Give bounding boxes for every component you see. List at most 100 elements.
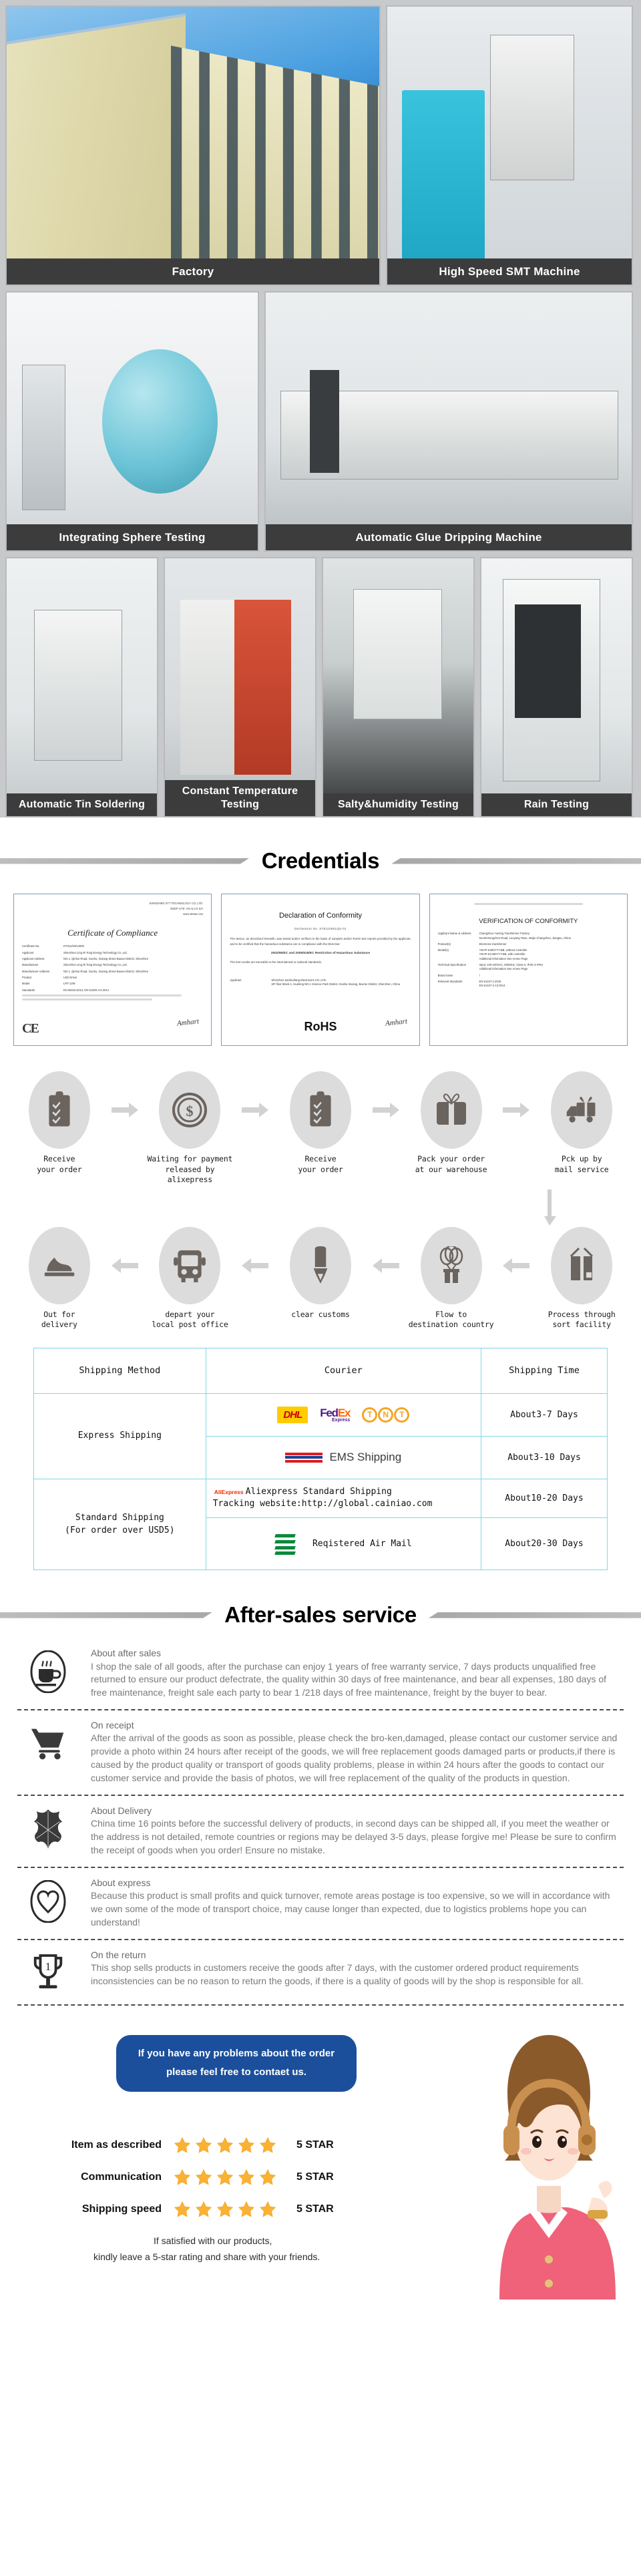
customer-service-avatar bbox=[499, 2034, 616, 2299]
flow-destination-country: Flow to destination country bbox=[404, 1226, 499, 1330]
after-sales-heading: About after sales bbox=[91, 1648, 162, 1659]
star-icon bbox=[238, 2201, 255, 2217]
contact-us-banner[interactable]: If you have any problems about the order… bbox=[116, 2034, 357, 2092]
flow-depart-post-office: depart your local post office bbox=[143, 1226, 238, 1330]
certificate-of-compliance[interactable]: SHENZHEN STT TECHNOLOGY CO.,LTD. DEEP LI… bbox=[13, 894, 212, 1046]
contact-line-1: If you have any problems about the order bbox=[138, 2047, 335, 2059]
cert-field-key: Manufacturer bbox=[22, 963, 39, 967]
rating-item-as-described: Item as described 5 STAR bbox=[53, 2137, 334, 2154]
divider-right bbox=[391, 858, 641, 864]
arrow-down-icon bbox=[12, 1189, 629, 1226]
cert-field-value: NO.1, Qinhui Road, Guohu, Xixiang Street… bbox=[63, 957, 149, 961]
ratings-footer: If satisfied with our products, kindly l… bbox=[53, 2233, 334, 2265]
after-sales-heading: On the return bbox=[91, 1949, 146, 1960]
rohs-mark: RoHS bbox=[304, 1020, 337, 1033]
contact-and-ratings-section: If you have any problems about the order… bbox=[0, 2012, 641, 2299]
star-icon bbox=[238, 2137, 255, 2153]
flow-pack-order: Pack your order at our warehouse bbox=[404, 1071, 499, 1175]
flow-label: Pck up by mail service bbox=[554, 1154, 609, 1174]
flow-label: Receive your order bbox=[298, 1154, 343, 1174]
flow-label: Receive your order bbox=[37, 1154, 82, 1174]
section-divider bbox=[17, 2004, 624, 2006]
photo-rain-testing[interactable]: Rain Testing bbox=[480, 557, 633, 817]
parcel-icon bbox=[551, 1226, 613, 1304]
after-sales-heading: On receipt bbox=[91, 1720, 134, 1731]
smt-machine-image bbox=[387, 7, 632, 285]
svg-text:$: $ bbox=[186, 1103, 194, 1119]
section-title: After-sales service bbox=[224, 1602, 417, 1628]
shopping-cart-icon bbox=[17, 1718, 79, 1765]
rating-shipping-speed: Shipping speed 5 STAR bbox=[53, 2201, 334, 2218]
certificate-header-right: SHENZHEN STT TECHNOLOGY CO.,LTD. DEEP LI… bbox=[22, 901, 203, 917]
flow-receive-order: Receive your order bbox=[12, 1071, 107, 1175]
svg-text:1: 1 bbox=[45, 1960, 51, 1973]
cert-body-2: The test results are traceable to the in… bbox=[230, 960, 322, 964]
cert-placeholder-line bbox=[22, 994, 182, 996]
cert-field-value: KT012/03/14000 bbox=[63, 944, 84, 948]
cert-field-value: EN 55015:2013, EN 61000-3-2:2014 bbox=[63, 988, 109, 992]
photo-integrating-sphere[interactable]: Integrating Sphere Testing bbox=[5, 291, 259, 552]
leather-hide-icon bbox=[17, 1804, 79, 1851]
arrow-left-icon bbox=[501, 1227, 531, 1304]
bus-icon bbox=[159, 1226, 221, 1304]
shipping-table: Shipping Method Courier Shipping Time Ex… bbox=[33, 1347, 608, 1571]
cert-issuer-web: www.sttstar.com bbox=[183, 912, 204, 916]
photo-smt-machine[interactable]: High Speed SMT Machine bbox=[386, 5, 633, 286]
star-icon bbox=[195, 2137, 212, 2153]
shipping-time-airmail: About20-30 Days bbox=[481, 1517, 608, 1571]
section-divider bbox=[17, 1866, 624, 1868]
ems-logo bbox=[285, 1451, 323, 1464]
cert-placeholder-line bbox=[22, 998, 153, 1000]
photo-tin-soldering[interactable]: Automatic Tin Soldering bbox=[5, 557, 158, 817]
declaration-of-conformity[interactable]: Declaration of Conformity Declaration No… bbox=[221, 894, 420, 1046]
after-sales-body: I shop the sale of all goods, after the … bbox=[91, 1660, 607, 1698]
flow-row-2: Out for delivery depart your local post … bbox=[12, 1226, 629, 1330]
rating-value: 5 STAR bbox=[296, 2203, 334, 2215]
photo-constant-temperature[interactable]: Constant Temperature Testing bbox=[164, 557, 316, 817]
star-icon bbox=[195, 2169, 212, 2185]
cert-field-key: Applicant bbox=[22, 950, 34, 954]
clipboard-icon bbox=[28, 1071, 90, 1149]
star-icon bbox=[259, 2201, 276, 2217]
flow-receive-order-2: Receive your order bbox=[273, 1071, 368, 1175]
cert-field-value: Electronic transformer bbox=[479, 942, 507, 946]
shipping-method-express: Express Shipping bbox=[33, 1393, 206, 1479]
photo-caption: Constant Temperature Testing bbox=[165, 780, 315, 816]
cert-field-key: Model(s) bbox=[437, 948, 449, 952]
cert-field-value: EN 61347-1:2015 EN 61347-2-13:2014 bbox=[479, 979, 505, 988]
cert-field-value: Shenzhen Ling Ri Tong Energy Technology … bbox=[63, 950, 128, 954]
after-sales-list: About after sales I shop the sale of all… bbox=[0, 1637, 641, 2012]
star-rating[interactable] bbox=[174, 2201, 276, 2218]
verification-of-conformity[interactable]: VERIFICATION OF CONFORMITY Applicant Nam… bbox=[429, 894, 628, 1046]
star-rating[interactable] bbox=[174, 2169, 276, 2186]
shoe-icon bbox=[28, 1226, 90, 1304]
star-icon bbox=[216, 2137, 234, 2153]
arrow-left-icon bbox=[110, 1227, 140, 1304]
star-icon bbox=[195, 2201, 212, 2217]
photo-caption: High Speed SMT Machine bbox=[387, 258, 632, 285]
flow-clear-customs: clear customs bbox=[273, 1226, 368, 1320]
ali-line-2[interactable]: Tracking website:http://global.cainiao.c… bbox=[213, 1498, 478, 1511]
cert-signature: Amhart bbox=[176, 1017, 200, 1028]
photo-salty-humidity[interactable]: Salty&humidity Testing bbox=[322, 557, 475, 817]
after-sales-body: China time 16 points before the successf… bbox=[91, 1818, 616, 1856]
china-post-logo bbox=[274, 1533, 296, 1555]
flow-out-for-delivery: Out for delivery bbox=[12, 1226, 107, 1330]
star-rating[interactable] bbox=[174, 2137, 276, 2154]
balloon-gift-icon bbox=[420, 1226, 482, 1304]
section-title: Credentials bbox=[261, 848, 380, 873]
courier-airmail: Reqistered Air Mail bbox=[205, 1517, 482, 1571]
arrow-right-icon bbox=[110, 1071, 140, 1149]
photo-factory[interactable]: Factory bbox=[5, 5, 381, 286]
stamp-icon bbox=[290, 1226, 351, 1304]
cert-issuer-sub: DEEP LITE. AN ALCS S/A bbox=[170, 906, 204, 910]
after-sales-about-express: About express Because this product is sm… bbox=[17, 1869, 624, 1938]
heart-icon bbox=[17, 1876, 79, 1923]
cert-field-value: / bbox=[479, 973, 480, 977]
flow-label: depart your local post office bbox=[152, 1309, 228, 1330]
star-icon bbox=[174, 2169, 191, 2185]
flow-label: Out for delivery bbox=[41, 1309, 77, 1330]
cert-field-key: Applicant Name & Address bbox=[437, 932, 471, 936]
photo-caption: Factory bbox=[7, 258, 379, 285]
photo-glue-dripping[interactable]: Automatic Glue Dripping Machine bbox=[264, 291, 633, 552]
